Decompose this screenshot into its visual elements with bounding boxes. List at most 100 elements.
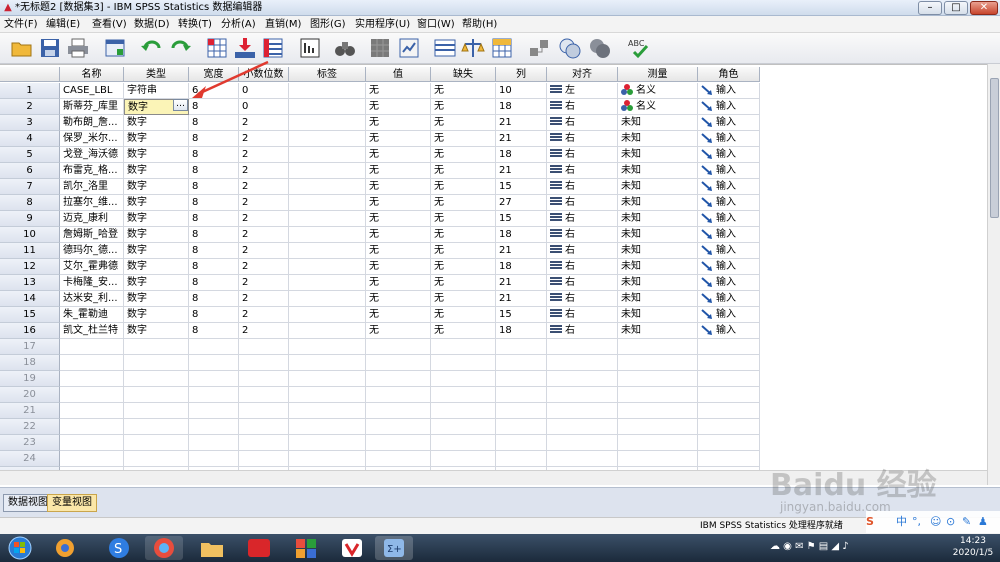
row-header[interactable]: 16: [0, 323, 60, 339]
sogou-s-icon[interactable]: S: [866, 514, 874, 530]
cell-values[interactable]: 无: [366, 99, 431, 115]
row-header[interactable]: 7: [0, 179, 60, 195]
cell-columns[interactable]: 15: [496, 179, 547, 195]
empty-cell[interactable]: [289, 435, 366, 451]
empty-cell[interactable]: [618, 403, 698, 419]
cell-name[interactable]: 卡梅隆_安...: [60, 275, 124, 291]
empty-cell[interactable]: [431, 419, 496, 435]
cell-name[interactable]: 艾尔_霍弗德: [60, 259, 124, 275]
cell-values[interactable]: 无: [366, 323, 431, 339]
cell-role[interactable]: 输入: [698, 227, 760, 243]
cell-decimals[interactable]: 2: [239, 179, 289, 195]
empty-cell[interactable]: [289, 387, 366, 403]
split-file-icon[interactable]: [433, 36, 457, 60]
empty-cell[interactable]: [189, 435, 239, 451]
empty-cell[interactable]: [496, 435, 547, 451]
empty-cell[interactable]: [189, 451, 239, 467]
cell-measure[interactable]: 未知: [618, 307, 698, 323]
empty-cell[interactable]: [366, 451, 431, 467]
empty-cell[interactable]: [496, 339, 547, 355]
cell-name[interactable]: 凯文_杜兰特: [60, 323, 124, 339]
goto-variable-icon[interactable]: [233, 36, 257, 60]
cell-values[interactable]: 无: [366, 259, 431, 275]
cell-values[interactable]: 无: [366, 163, 431, 179]
empty-cell[interactable]: [431, 451, 496, 467]
col-header-columns[interactable]: 列: [496, 67, 547, 82]
col-header-align[interactable]: 对齐: [547, 67, 618, 82]
cell-decimals[interactable]: 2: [239, 147, 289, 163]
cell-decimals[interactable]: 2: [239, 323, 289, 339]
cell-missing[interactable]: 无: [431, 163, 496, 179]
cell-measure[interactable]: 未知: [618, 291, 698, 307]
empty-cell[interactable]: [547, 451, 618, 467]
cell-type[interactable]: 数字: [124, 323, 189, 339]
cell-missing[interactable]: 无: [431, 323, 496, 339]
cell-label[interactable]: [289, 179, 366, 195]
cell-align[interactable]: 右: [547, 179, 618, 195]
empty-cell[interactable]: [60, 339, 124, 355]
row-header[interactable]: 12: [0, 259, 60, 275]
empty-cell[interactable]: [289, 419, 366, 435]
cell-missing[interactable]: 无: [431, 291, 496, 307]
empty-cell[interactable]: [366, 419, 431, 435]
cell-decimals[interactable]: 2: [239, 307, 289, 323]
cell-width[interactable]: 8: [189, 147, 239, 163]
cell-role[interactable]: 输入: [698, 131, 760, 147]
empty-cell[interactable]: [366, 435, 431, 451]
empty-cell[interactable]: [496, 403, 547, 419]
empty-cell[interactable]: [239, 339, 289, 355]
close-button[interactable]: ✕: [970, 1, 998, 15]
cell-type[interactable]: 数字: [124, 163, 189, 179]
empty-cell[interactable]: [289, 355, 366, 371]
empty-cell[interactable]: [698, 403, 760, 419]
empty-cell[interactable]: [431, 371, 496, 387]
open-folder-icon[interactable]: [10, 36, 34, 60]
empty-cell[interactable]: [60, 355, 124, 371]
cell-name[interactable]: 保罗_米尔...: [60, 131, 124, 147]
ime-smiley-icon[interactable]: ☺: [930, 514, 941, 530]
menu-view[interactable]: 查看(V): [92, 18, 127, 31]
cell-label[interactable]: [289, 131, 366, 147]
cell-columns[interactable]: 15: [496, 307, 547, 323]
empty-cell[interactable]: [547, 419, 618, 435]
cell-columns[interactable]: 21: [496, 291, 547, 307]
cell-name[interactable]: 德玛尔_德...: [60, 243, 124, 259]
row-header[interactable]: 2: [0, 99, 60, 115]
cell-name[interactable]: 戈登_海沃德: [60, 147, 124, 163]
cell-measure[interactable]: 未知: [618, 275, 698, 291]
cell-values[interactable]: 无: [366, 291, 431, 307]
cell-columns[interactable]: 27: [496, 195, 547, 211]
cell-decimals[interactable]: 2: [239, 195, 289, 211]
dialog-recall-icon[interactable]: [103, 36, 127, 60]
cell-role[interactable]: 输入: [698, 147, 760, 163]
cell-measure[interactable]: 未知: [618, 179, 698, 195]
cell-measure[interactable]: 未知: [618, 243, 698, 259]
cell-columns[interactable]: 21: [496, 275, 547, 291]
cell-align[interactable]: 左: [547, 83, 618, 99]
cell-missing[interactable]: 无: [431, 147, 496, 163]
cell-missing[interactable]: 无: [431, 211, 496, 227]
cell-columns[interactable]: 21: [496, 115, 547, 131]
cell-decimals[interactable]: 2: [239, 163, 289, 179]
cell-name[interactable]: 詹姆斯_哈登: [60, 227, 124, 243]
cell-width[interactable]: 8: [189, 275, 239, 291]
cell-missing[interactable]: 无: [431, 275, 496, 291]
cell-label[interactable]: [289, 291, 366, 307]
cell-align[interactable]: 右: [547, 275, 618, 291]
goto-case-icon[interactable]: [205, 36, 229, 60]
cell-width[interactable]: 8: [189, 227, 239, 243]
empty-cell[interactable]: [60, 435, 124, 451]
cell-label[interactable]: [289, 323, 366, 339]
cell-label[interactable]: [289, 115, 366, 131]
menu-utilities[interactable]: 实用程序(U): [355, 18, 410, 31]
insert-variable-icon[interactable]: [397, 36, 421, 60]
cell-align[interactable]: 右: [547, 131, 618, 147]
cell-columns[interactable]: 18: [496, 147, 547, 163]
cell-decimals[interactable]: 2: [239, 131, 289, 147]
cell-align[interactable]: 右: [547, 227, 618, 243]
row-header-empty[interactable]: 22: [0, 419, 60, 435]
row-header[interactable]: 6: [0, 163, 60, 179]
empty-cell[interactable]: [618, 435, 698, 451]
cell-type[interactable]: 数字: [124, 147, 189, 163]
cell-type[interactable]: 数字: [124, 211, 189, 227]
